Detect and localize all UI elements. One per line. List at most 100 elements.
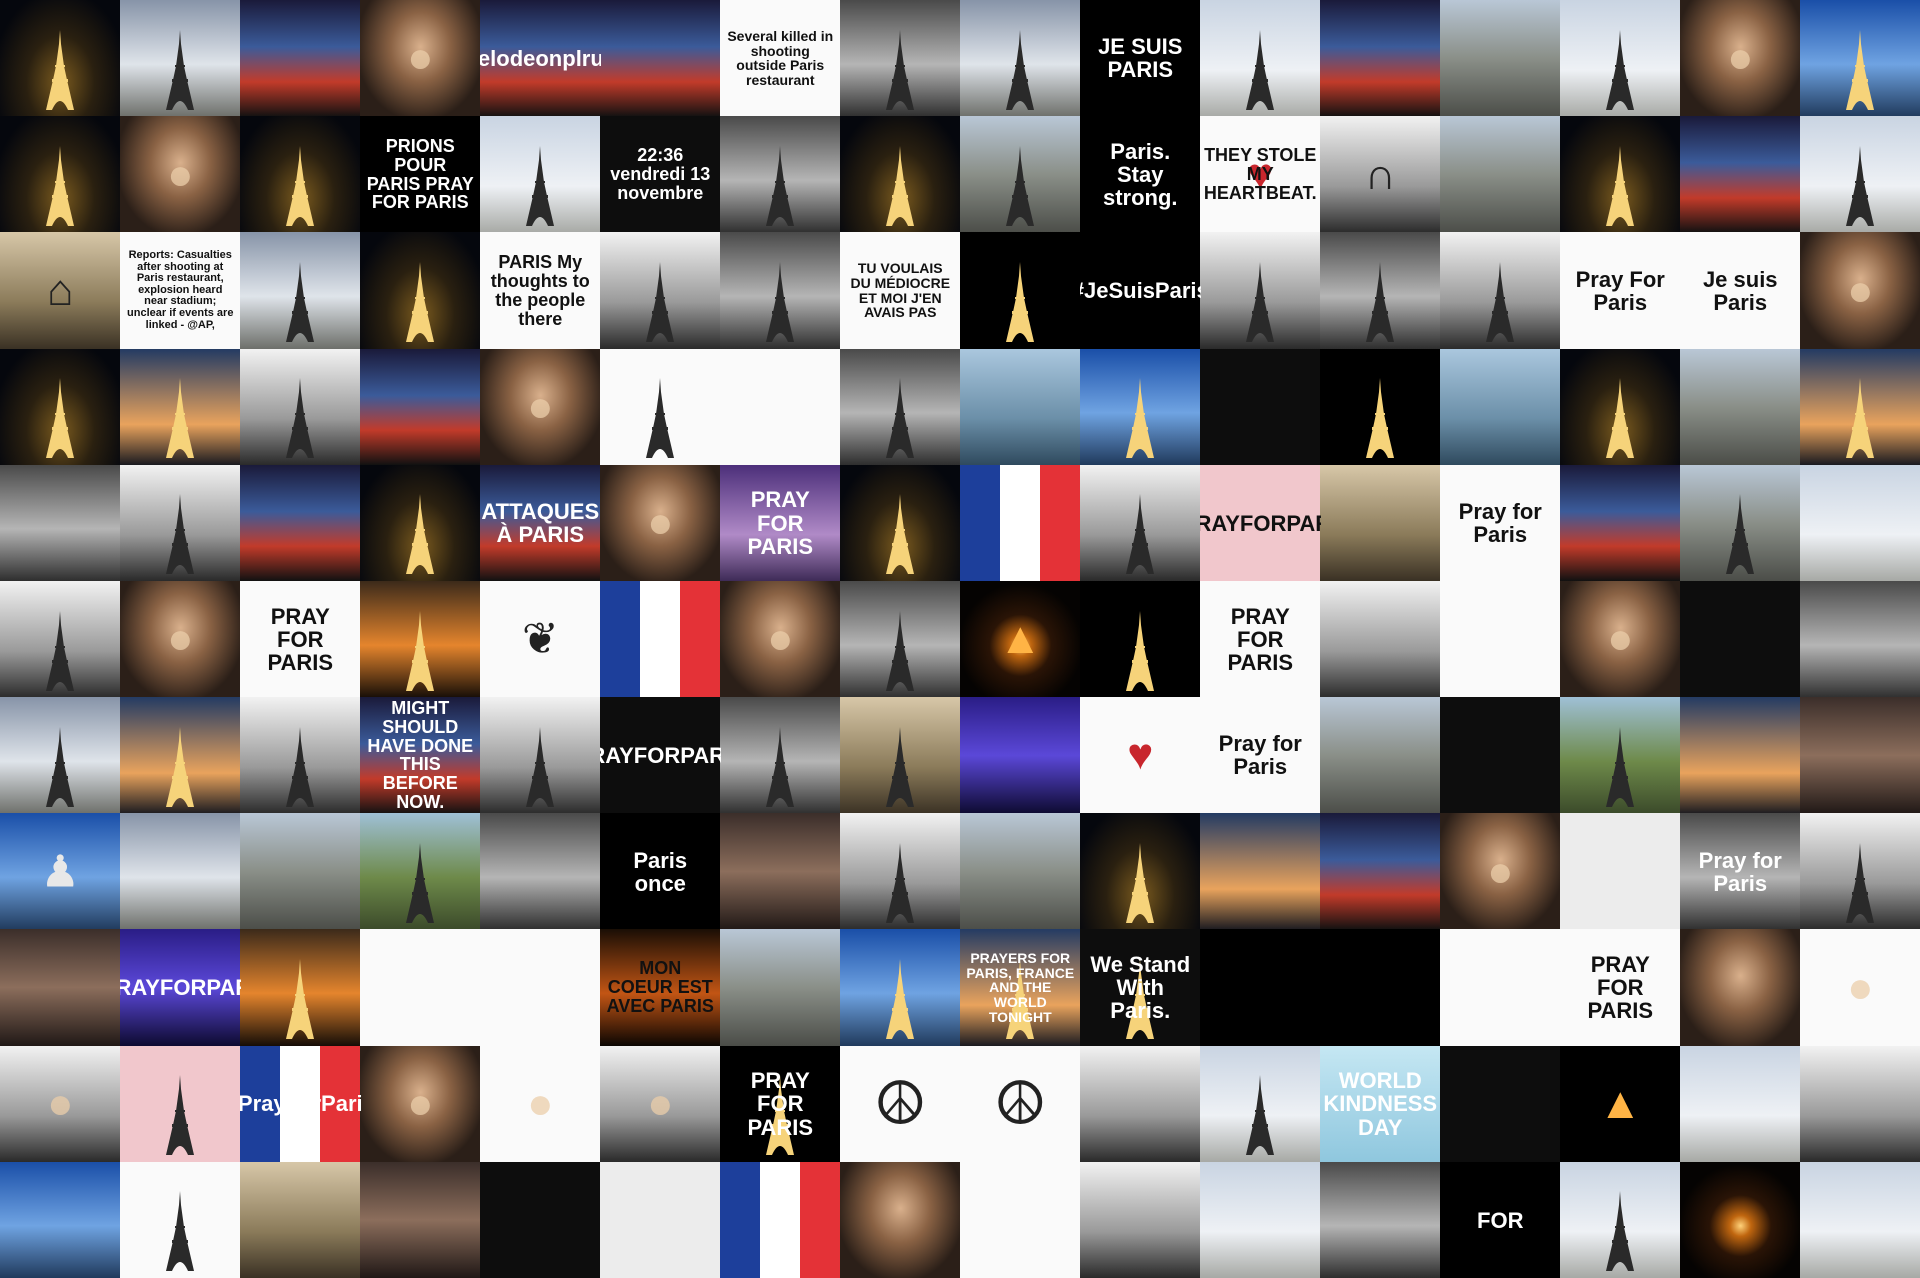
photo-tile: [600, 580, 721, 698]
photo-tile: [960, 232, 1081, 350]
tile-caption: PRAY FOR PARIS: [747, 1068, 814, 1140]
statue-icon: ♟: [40, 847, 80, 897]
photo-tile: [1560, 348, 1681, 466]
tile-caption: Reports: Casualties after shooting at Pa…: [127, 249, 234, 331]
photo-tile: [120, 464, 241, 582]
eiffel-tower-icon: [646, 262, 675, 343]
photo-tile: [1440, 580, 1561, 698]
photo-tile: Paris once: [600, 813, 721, 930]
photo-tile: [1200, 929, 1321, 1047]
photo-tile: [120, 813, 241, 930]
photo-tile: nickelodeonplrurner: [480, 0, 601, 117]
eiffel-tower-icon: [286, 726, 315, 807]
person-icon: ●: [1726, 33, 1754, 83]
photo-tile: [1320, 348, 1441, 466]
photo-tile: [1680, 697, 1801, 814]
photo-tile: [360, 580, 481, 698]
photo-tile: PRAY FOR PARIS: [1200, 580, 1321, 698]
eiffel-tower-icon: [1126, 842, 1155, 923]
photo-tile: [1080, 1161, 1201, 1278]
tile-caption: Pray for Paris: [1218, 731, 1302, 780]
eiffel-tower-icon: [166, 494, 195, 575]
eiffel-tower-icon: [46, 29, 75, 110]
photo-tile: #PRAYFORPARIS: [120, 929, 241, 1047]
photo-tile: [960, 0, 1081, 117]
photo-tile: [1560, 697, 1681, 814]
eiffel-tower-icon: [166, 1075, 195, 1156]
photo-tile: [1200, 1161, 1321, 1278]
eiffel-tower-icon: [526, 145, 555, 226]
photo-tile: MIGHT SHOULD HAVE DONE THIS BEFORE NOW.: [360, 697, 481, 814]
photo-tile: [120, 697, 241, 814]
person-icon: ●: [406, 1078, 434, 1128]
photo-tile: WORLD KINDNESS DAY: [1320, 1045, 1441, 1163]
photo-tile: ●: [720, 580, 841, 698]
photo-tile: PRAY FOR PARIS: [240, 580, 361, 698]
photo-tile: ⚑: [960, 464, 1081, 582]
eiffel-tower-icon: [166, 29, 195, 110]
tile-caption: Several killed in shooting outside Paris…: [727, 27, 834, 89]
ribbon-icon: ❦: [521, 614, 559, 664]
photo-tile: Paris. Stay strong.: [1080, 116, 1201, 233]
photo-tile: [1800, 116, 1920, 233]
eiffel-tower-icon: [886, 145, 915, 226]
photo-tile: [480, 1161, 601, 1278]
photo-tile: [1320, 929, 1441, 1047]
photo-tile: [240, 232, 361, 350]
photo-tile: PRAYERS FOR PARIS, FRANCE AND THE WORLD …: [960, 929, 1081, 1047]
photo-tile: Several killed in shooting outside Paris…: [720, 0, 841, 117]
photo-tile: [1320, 813, 1441, 930]
photo-tile: ATTAQUES À PARIS: [480, 464, 601, 582]
photo-tile: ●: [360, 0, 481, 117]
eiffel-tower-icon: [1126, 610, 1155, 691]
eiffel-tower-icon: [286, 262, 315, 343]
photo-tile: [120, 1045, 241, 1163]
photo-tile: [240, 1161, 361, 1278]
photo-tile: [120, 1161, 241, 1278]
tile-caption: WORLD KINDNESS DAY: [1323, 1068, 1438, 1140]
photo-tile: [1680, 464, 1801, 582]
photo-tile: [1200, 348, 1321, 466]
photo-tile: [1680, 1045, 1801, 1163]
eiffel-tower-icon: [1486, 262, 1515, 343]
eiffel-tower-icon: [1366, 378, 1395, 459]
photo-tile: [480, 929, 601, 1047]
tile-caption: PRAY FOR PARIS: [747, 487, 814, 559]
photo-tile: [120, 348, 241, 466]
photo-tile: [960, 697, 1081, 814]
photo-tile: [1560, 116, 1681, 233]
photo-tile: 22:36 vendredi 13 novembre: [600, 116, 721, 233]
person-icon: ●: [646, 1078, 674, 1128]
tile-caption: Pray for Paris: [1698, 847, 1782, 896]
eiffel-tower-icon: [1006, 262, 1035, 343]
photo-tile: ♥ THEY STOLE MY HEARTBEAT.: [1200, 116, 1321, 233]
person-icon: ●: [166, 614, 194, 664]
photo-tile: [1320, 232, 1441, 350]
photo-tile: [1200, 232, 1321, 350]
photo-tile: [1680, 348, 1801, 466]
photo-tile: ●: [360, 1045, 481, 1163]
eiffel-tower-icon: [1606, 29, 1635, 110]
eiffel-tower-icon: [1846, 378, 1875, 459]
eiffel-tower-icon: [286, 959, 315, 1040]
photo-tile: [360, 348, 481, 466]
eiffel-tower-icon: [766, 145, 795, 226]
person-icon: ●: [1846, 962, 1874, 1012]
photo-tile: #JeSuisParis: [1080, 232, 1201, 350]
photo-tile: [1200, 1045, 1321, 1163]
tile-caption: THEY STOLE MY HEARTBEAT.: [1203, 145, 1317, 203]
photo-tile: [600, 232, 721, 350]
photo-tile: [1440, 0, 1561, 117]
photo-tile: ♟: [0, 813, 121, 930]
tile-caption: Pray for Paris: [1458, 498, 1542, 548]
photo-tile: [720, 232, 841, 350]
tile-caption: #PRAYFORPARIS: [1200, 510, 1321, 536]
tile-caption: MIGHT SHOULD HAVE DONE THIS BEFORE NOW.: [367, 697, 474, 813]
eiffel-tower-icon: [1006, 29, 1035, 110]
photo-tile: PRAY FOR PARIS: [720, 1045, 841, 1163]
photo-tile: PRAY FOR PARIS: [1560, 929, 1681, 1047]
photo-mosaic: ● nickelodeonplrurner Several killed in sh…: [0, 0, 1920, 1278]
photo-tile: [1800, 580, 1920, 698]
eiffel-tower-icon: [1366, 262, 1395, 343]
eiffel-tower-icon: [1126, 378, 1155, 459]
